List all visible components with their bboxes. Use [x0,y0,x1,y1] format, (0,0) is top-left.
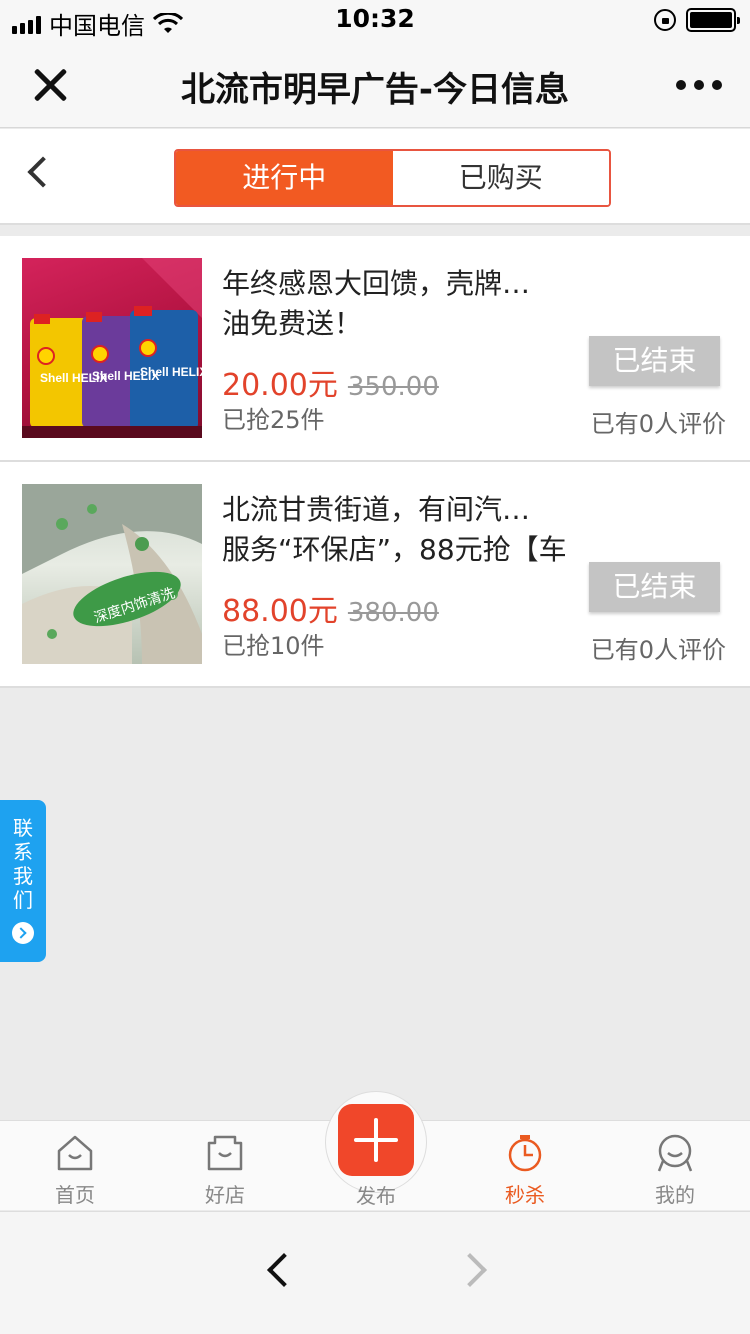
home-icon [57,1135,93,1171]
ended-button[interactable]: 已结束 [589,336,720,386]
product-image-car[interactable]: 深度内饰清洗 [22,484,202,664]
tab-flash-sale-label: 秒杀 [505,1183,545,1207]
tab-header: 进行中 已购买 [0,129,750,225]
tab-mine-label: 我的 [655,1183,695,1207]
price-row: 88.00元 380.00 [222,586,439,630]
tab-mine[interactable]: 我的 [600,1121,750,1211]
sale-price: 88.00元 [222,594,338,629]
publish-plus-icon[interactable] [338,1104,414,1176]
sold-count: 已抢25件 [222,406,325,434]
chevron-right-icon [12,922,34,944]
browser-nav-bar [0,1211,750,1334]
ended-button[interactable]: 已结束 [589,562,720,612]
page-title: 北流市明早广告-今日信息 [180,70,570,110]
status-time: 10:32 [335,4,415,33]
tab-in-progress[interactable]: 进行中 [176,151,393,205]
contact-us-label: 联系我们 [13,816,33,912]
price-row: 20.00元 350.00 [222,360,439,404]
product-title-line1: 年终感恩大回馈，壳牌… [222,267,531,300]
more-options-icon[interactable] [676,80,722,90]
tab-flash-sale[interactable]: 秒杀 [450,1121,600,1211]
oil-bottles-graphic: Shell HELIX Shell HELIX Shell HELIX [22,258,202,438]
close-icon[interactable] [30,64,70,104]
user-face-icon [657,1134,693,1172]
sale-price: 20.00元 [222,368,338,403]
review-count: 已有0人评价 [590,636,726,664]
browser-back-icon[interactable] [267,1253,301,1287]
product-title[interactable]: 年终感恩大回馈，壳牌… 油免费送！ [222,264,572,344]
browser-forward-icon[interactable] [453,1253,487,1287]
product-title-line2: 油免费送！ [222,307,363,340]
tab-shops[interactable]: 好店 [150,1121,300,1211]
shop-icon [207,1135,243,1171]
status-right [654,8,740,32]
title-bar: 北流市明早广告-今日信息 [0,40,750,128]
product-title-line1: 北流甘贵街道，有间汽… [222,493,531,526]
product-card[interactable]: 深度内饰清洗 北流甘贵街道，有间汽… 服务“环保店”，88元抢【车 88.00元… [0,462,750,688]
product-title[interactable]: 北流甘贵街道，有间汽… 服务“环保店”，88元抢【车 [222,490,572,570]
product-list: Shell HELIX Shell HELIX Shell HELIX 年终感恩… [0,236,750,688]
tab-home[interactable]: 首页 [0,1121,150,1211]
review-count: 已有0人评价 [590,410,726,438]
product-card[interactable]: Shell HELIX Shell HELIX Shell HELIX 年终感恩… [0,236,750,462]
car-interior-graphic: 深度内饰清洗 [22,484,202,664]
original-price: 350.00 [347,372,439,402]
segmented-control: 进行中 已购买 [174,149,611,207]
product-title-line2: 服务“环保店”，88元抢【车 [222,533,567,566]
svg-text:Shell HELIX: Shell HELIX [140,365,202,379]
tab-publish-label: 发布 [356,1184,396,1208]
product-image-oil[interactable]: Shell HELIX Shell HELIX Shell HELIX [22,258,202,438]
tab-shops-label: 好店 [205,1183,245,1207]
tab-home-label: 首页 [55,1183,95,1207]
battery-icon [686,8,740,32]
rotation-lock-icon [654,9,676,31]
status-bar: 中国电信 10:32 [0,0,750,40]
tab-purchased[interactable]: 已购买 [392,151,609,205]
stopwatch-icon [508,1135,542,1172]
sold-count: 已抢10件 [222,632,325,660]
original-price: 380.00 [347,598,439,628]
back-arrow-icon[interactable] [27,156,59,188]
contact-us-tab[interactable]: 联系我们 [0,800,46,962]
